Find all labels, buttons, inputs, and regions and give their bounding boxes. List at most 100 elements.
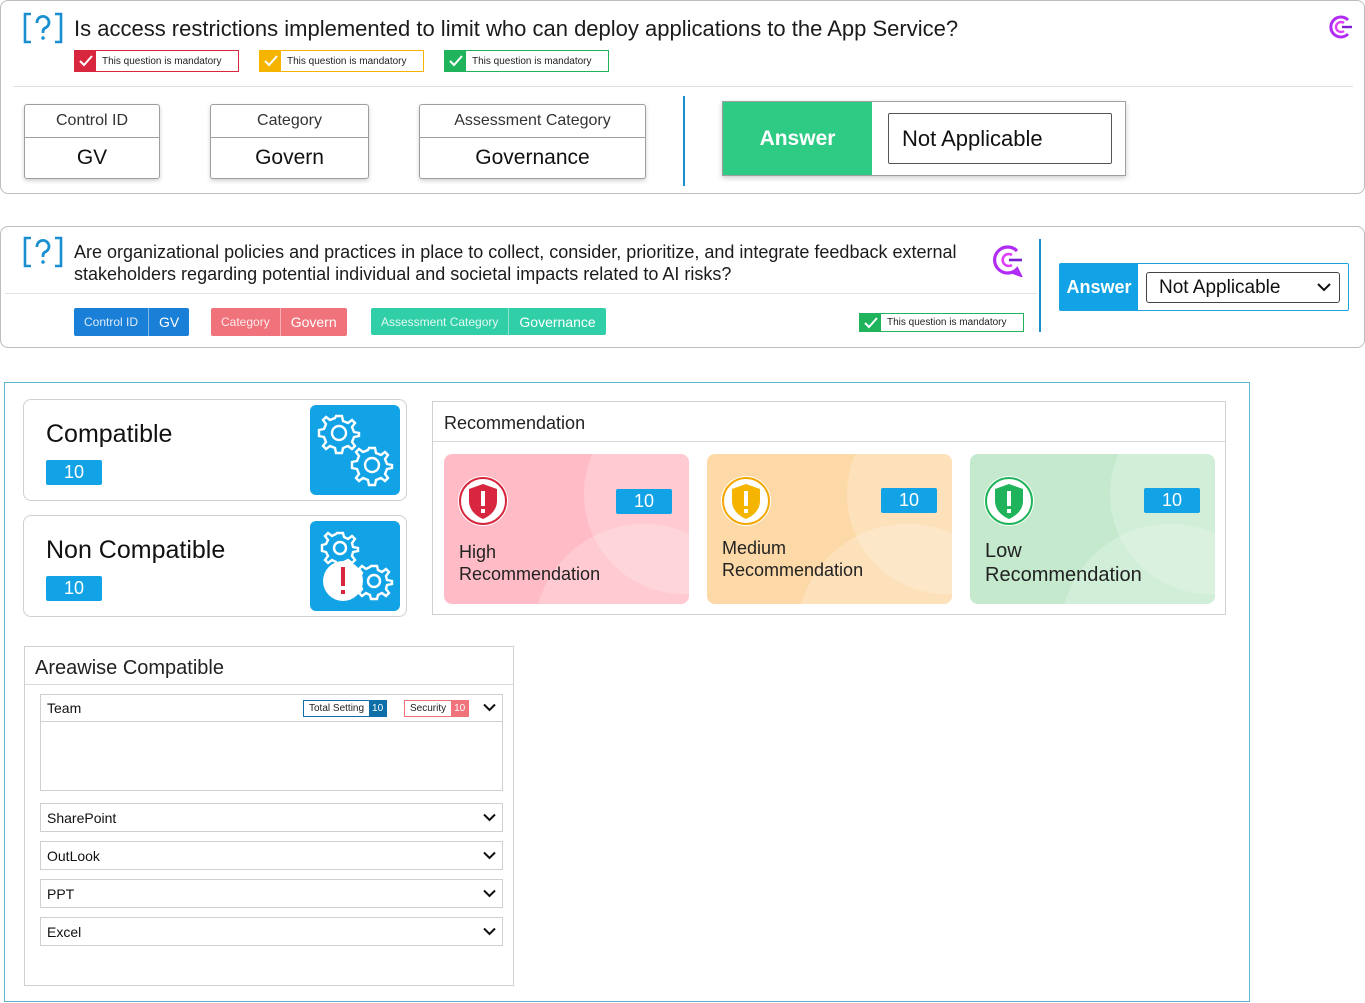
medium-label-line1: Medium <box>722 538 787 558</box>
chevron-down-icon <box>483 851 496 860</box>
mandatory-text: This question is mandatory <box>472 55 592 67</box>
low-count: 10 <box>1144 488 1200 513</box>
question-title: Is access restrictions implemented to li… <box>74 16 959 41</box>
medium-recommendation-card: 10 Medium Recommendation <box>707 454 952 604</box>
assessment-category-label: Assessment Category <box>381 314 499 329</box>
compatibility-dashboard: Compatible 10 Non Compatible 10 Recommen… <box>4 382 1250 1002</box>
low-recommendation-card: 10 Low Recommendation <box>970 454 1215 604</box>
vertical-divider <box>1039 239 1041 332</box>
total-setting-value: 10 <box>369 701 387 716</box>
accordion-label: PPT <box>47 886 75 902</box>
recommendation-title: Recommendation <box>444 413 586 433</box>
control-id-label: Control ID <box>25 105 159 138</box>
control-id-box: Control ID GV <box>24 104 160 179</box>
control-id-label: Control ID <box>84 315 139 329</box>
assessment-category-label: Assessment Category <box>420 105 645 138</box>
question-help-icon <box>23 236 63 268</box>
low-label-line2: Recommendation <box>985 564 1142 586</box>
checkmark-icon <box>445 51 466 71</box>
accordion-team: Team Total Setting 10 Security 10 <box>40 694 503 791</box>
category-box: Category Govern <box>210 104 369 179</box>
total-setting-tag: Total Setting 10 <box>303 700 388 717</box>
total-setting-label: Total Setting <box>309 703 365 714</box>
security-value: 10 <box>451 701 469 716</box>
checkmark-icon <box>260 51 281 71</box>
compatible-title: Compatible <box>46 420 173 448</box>
brand-logo-icon <box>993 245 1023 277</box>
divider <box>13 86 1353 87</box>
divider <box>5 293 1037 294</box>
checkmark-icon <box>75 51 96 71</box>
question-card-1: Is access restrictions implemented to li… <box>0 0 1365 194</box>
assessment-category-value: Governance <box>475 146 590 169</box>
medium-count: 10 <box>881 488 937 513</box>
answer-select[interactable]: Not Applicable <box>1146 272 1340 303</box>
chevron-down-icon <box>483 927 496 936</box>
accordion-excel[interactable]: Excel <box>40 917 503 946</box>
vertical-divider <box>683 96 685 186</box>
divider <box>25 684 513 685</box>
mandatory-tag-green: This question is mandatory <box>859 313 1024 332</box>
areawise-panel: Areawise Compatible Team Total Setting 1… <box>24 646 514 986</box>
question-title: Are organizational policies and practice… <box>74 242 957 284</box>
mandatory-text: This question is mandatory <box>102 55 222 67</box>
question-help-icon <box>23 12 63 44</box>
accordion-label: Team <box>47 700 82 716</box>
checkmark-icon <box>860 314 881 331</box>
answer-label: Answer <box>1060 264 1138 310</box>
mandatory-text: This question is mandatory <box>887 317 1007 328</box>
brand-logo-icon <box>1329 15 1352 39</box>
non-compatible-title: Non Compatible <box>46 536 226 564</box>
accordion-team-header[interactable]: Team Total Setting 10 Security 10 <box>41 695 502 722</box>
recommendation-panel: Recommendation 10 High Recommendation 10… <box>432 401 1226 615</box>
category-label: Category <box>221 315 270 329</box>
areawise-title: Areawise Compatible <box>35 657 224 679</box>
category-label: Category <box>211 105 368 138</box>
mandatory-tag-yellow: This question is mandatory <box>259 50 424 72</box>
high-label: High Recommendation <box>459 541 600 585</box>
shield-alert-icon <box>721 476 771 526</box>
shield-alert-icon <box>458 476 508 526</box>
shield-alert-icon <box>984 476 1034 526</box>
control-id-pill: Control ID GV <box>74 308 190 336</box>
category-value: Govern <box>279 308 347 336</box>
high-count: 10 <box>616 489 672 514</box>
category-value: Govern <box>255 146 324 169</box>
mandatory-tag-red: This question is mandatory <box>74 50 239 72</box>
mandatory-text: This question is mandatory <box>287 55 407 67</box>
chevron-down-icon <box>1317 283 1331 292</box>
assessment-category-box: Assessment Category Governance <box>419 104 646 179</box>
mandatory-tag-green: This question is mandatory <box>444 50 609 72</box>
security-tag: Security 10 <box>404 700 470 717</box>
non-compatible-count: 10 <box>46 576 102 601</box>
divider <box>433 441 1225 442</box>
accordion-label: Excel <box>47 924 82 940</box>
answer-field[interactable]: Not Applicable <box>888 113 1112 164</box>
accordion-outlook[interactable]: OutLook <box>40 841 503 870</box>
accordion-label: SharePoint <box>47 810 117 826</box>
answer-box: Answer Not Applicable <box>722 101 1126 176</box>
answer-box: Answer Not Applicable <box>1059 263 1349 311</box>
gears-warning-icon <box>310 521 400 611</box>
category-pill: Category Govern <box>211 308 347 336</box>
medium-label: Medium Recommendation <box>722 537 863 581</box>
non-compatible-card: Non Compatible 10 <box>23 515 407 617</box>
security-label: Security <box>410 703 447 714</box>
medium-label-line2: Recommendation <box>722 560 864 580</box>
assessment-category-pill: Assessment Category Governance <box>371 308 606 335</box>
accordion-ppt[interactable]: PPT <box>40 879 503 908</box>
control-id-value: GV <box>148 308 189 336</box>
chevron-down-icon[interactable] <box>483 703 496 712</box>
gears-icon <box>310 405 400 495</box>
compatible-count: 10 <box>46 460 102 485</box>
question-card-2: Are organizational policies and practice… <box>0 226 1365 348</box>
assessment-category-value: Governance <box>508 308 605 335</box>
answer-label: Answer <box>723 102 872 175</box>
chevron-down-icon <box>483 889 496 898</box>
high-label-line1: High <box>459 542 497 562</box>
control-id-value: GV <box>76 146 108 169</box>
accordion-sharepoint[interactable]: SharePoint <box>40 803 503 832</box>
chevron-down-icon <box>483 813 496 822</box>
accordion-label: OutLook <box>47 848 100 864</box>
high-recommendation-card: 10 High Recommendation <box>444 454 689 604</box>
